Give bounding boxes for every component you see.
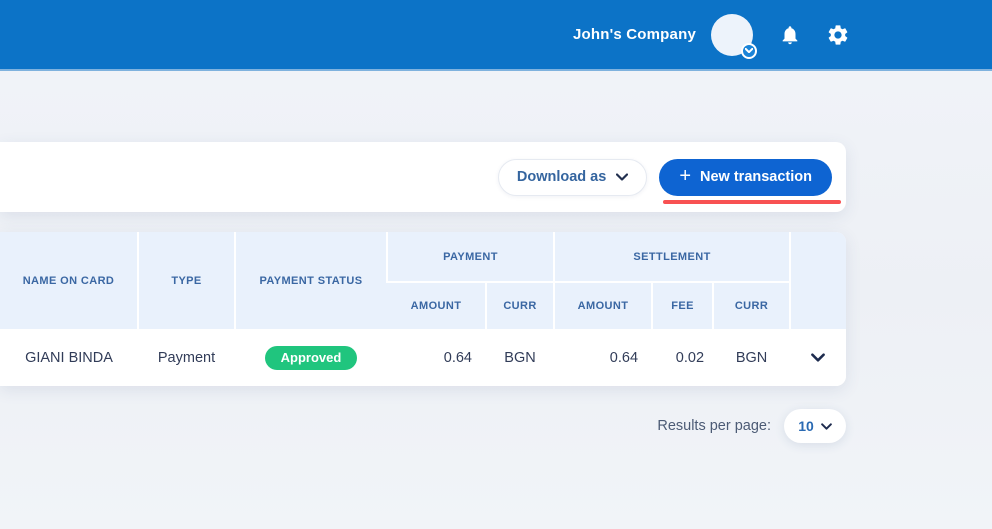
table-toolbar: Download as + New transaction [0,142,846,212]
chevron-down-icon [616,173,628,181]
cell-payment-amount: 0.64 [387,329,486,386]
results-per-page-label: Results per page: [657,418,771,434]
results-per-page-select[interactable]: 10 [784,409,846,443]
transactions-table-card: NAME ON CARD TYPE PAYMENT STATUS PAYMENT… [0,232,846,386]
column-header-payment-curr: CURR [486,282,554,329]
account-menu[interactable] [711,14,753,56]
cell-settlement-curr: BGN [713,329,790,386]
column-header-payment-amount: AMOUNT [387,282,486,329]
column-header-type: TYPE [138,232,235,329]
bell-icon [779,24,801,46]
new-transaction-button[interactable]: + New transaction [659,159,832,196]
cell-name-on-card: GIANI BINDA [0,329,138,386]
download-as-button[interactable]: Download as [498,159,647,196]
cell-settlement-fee: 0.02 [652,329,713,386]
column-header-name-on-card: NAME ON CARD [0,232,138,329]
gear-icon [826,23,850,47]
cell-type: Payment [138,329,235,386]
column-header-settlement-curr: CURR [713,282,790,329]
chevron-down-icon [745,48,753,53]
new-transaction-label: New transaction [700,169,812,185]
table-row[interactable]: GIANI BINDA Payment Approved 0.64 BGN 0.… [0,329,846,386]
notifications-button[interactable] [779,24,801,46]
transactions-table: NAME ON CARD TYPE PAYMENT STATUS PAYMENT… [0,232,846,386]
avatar-badge [741,43,757,59]
cell-payment-status: Approved [235,329,387,386]
cell-payment-curr: BGN [486,329,554,386]
column-header-payment-status: PAYMENT STATUS [235,232,387,329]
results-per-page-value: 10 [798,418,814,434]
transactions-page: Download as + New transaction NAME ON CA… [0,142,846,443]
highlight-underline [663,200,841,204]
column-header-settlement-amount: AMOUNT [554,282,652,329]
row-expand-button[interactable] [790,329,846,386]
column-group-settlement: SETTLEMENT [554,232,790,282]
download-as-label: Download as [517,169,606,185]
status-badge: Approved [265,346,358,370]
column-header-expand [790,232,846,329]
column-header-settlement-fee: FEE [652,282,713,329]
plus-icon: + [679,166,691,186]
cell-settlement-amount: 0.64 [554,329,652,386]
column-group-payment: PAYMENT [387,232,554,282]
chevron-down-icon [821,423,832,430]
settings-button[interactable] [826,23,850,47]
company-name: John's Company [573,26,696,43]
pagination-bar: Results per page: 10 [0,409,846,443]
top-navigation-bar: John's Company [0,0,992,71]
chevron-down-icon [790,353,846,362]
